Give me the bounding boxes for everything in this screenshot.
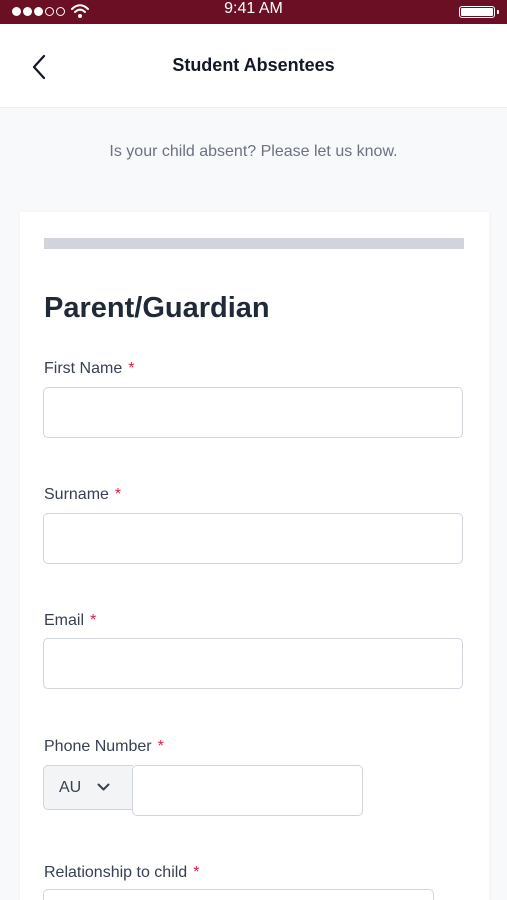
phone-input[interactable] [132, 765, 363, 816]
page-title: Student Absentees [172, 55, 335, 75]
surname-input[interactable] [43, 513, 463, 564]
required-marker: * [128, 360, 135, 377]
form-progress-bar [44, 238, 464, 249]
chevron-down-icon [97, 783, 110, 791]
form-card: Parent/Guardian First Name * Surname * Ema… [20, 212, 489, 900]
phone-label: Phone Number * [44, 738, 164, 755]
surname-label: Surname * [44, 486, 122, 503]
email-input[interactable] [43, 638, 463, 689]
first-name-input[interactable] [43, 387, 463, 438]
app-header: Student Absentees [0, 24, 507, 108]
required-marker: * [193, 864, 200, 881]
required-marker: * [114, 486, 122, 503]
country-code-value: AU [59, 778, 82, 796]
email-label: Email * [44, 612, 97, 629]
battery-icon [459, 6, 499, 18]
relationship-select[interactable] [43, 889, 434, 900]
required-marker: * [90, 612, 97, 629]
required-marker: * [157, 738, 164, 755]
section-title: Parent/Guardian [44, 292, 270, 324]
status-bar: 9:41 AM [0, 0, 507, 24]
country-code-select[interactable]: AU [43, 765, 133, 810]
first-name-label: First Name * [44, 360, 135, 377]
status-time: 9:41 AM [224, 0, 283, 17]
relationship-label: Relationship to child * [44, 864, 200, 881]
intro-text: Is your child absent? Please let us know… [109, 143, 398, 160]
